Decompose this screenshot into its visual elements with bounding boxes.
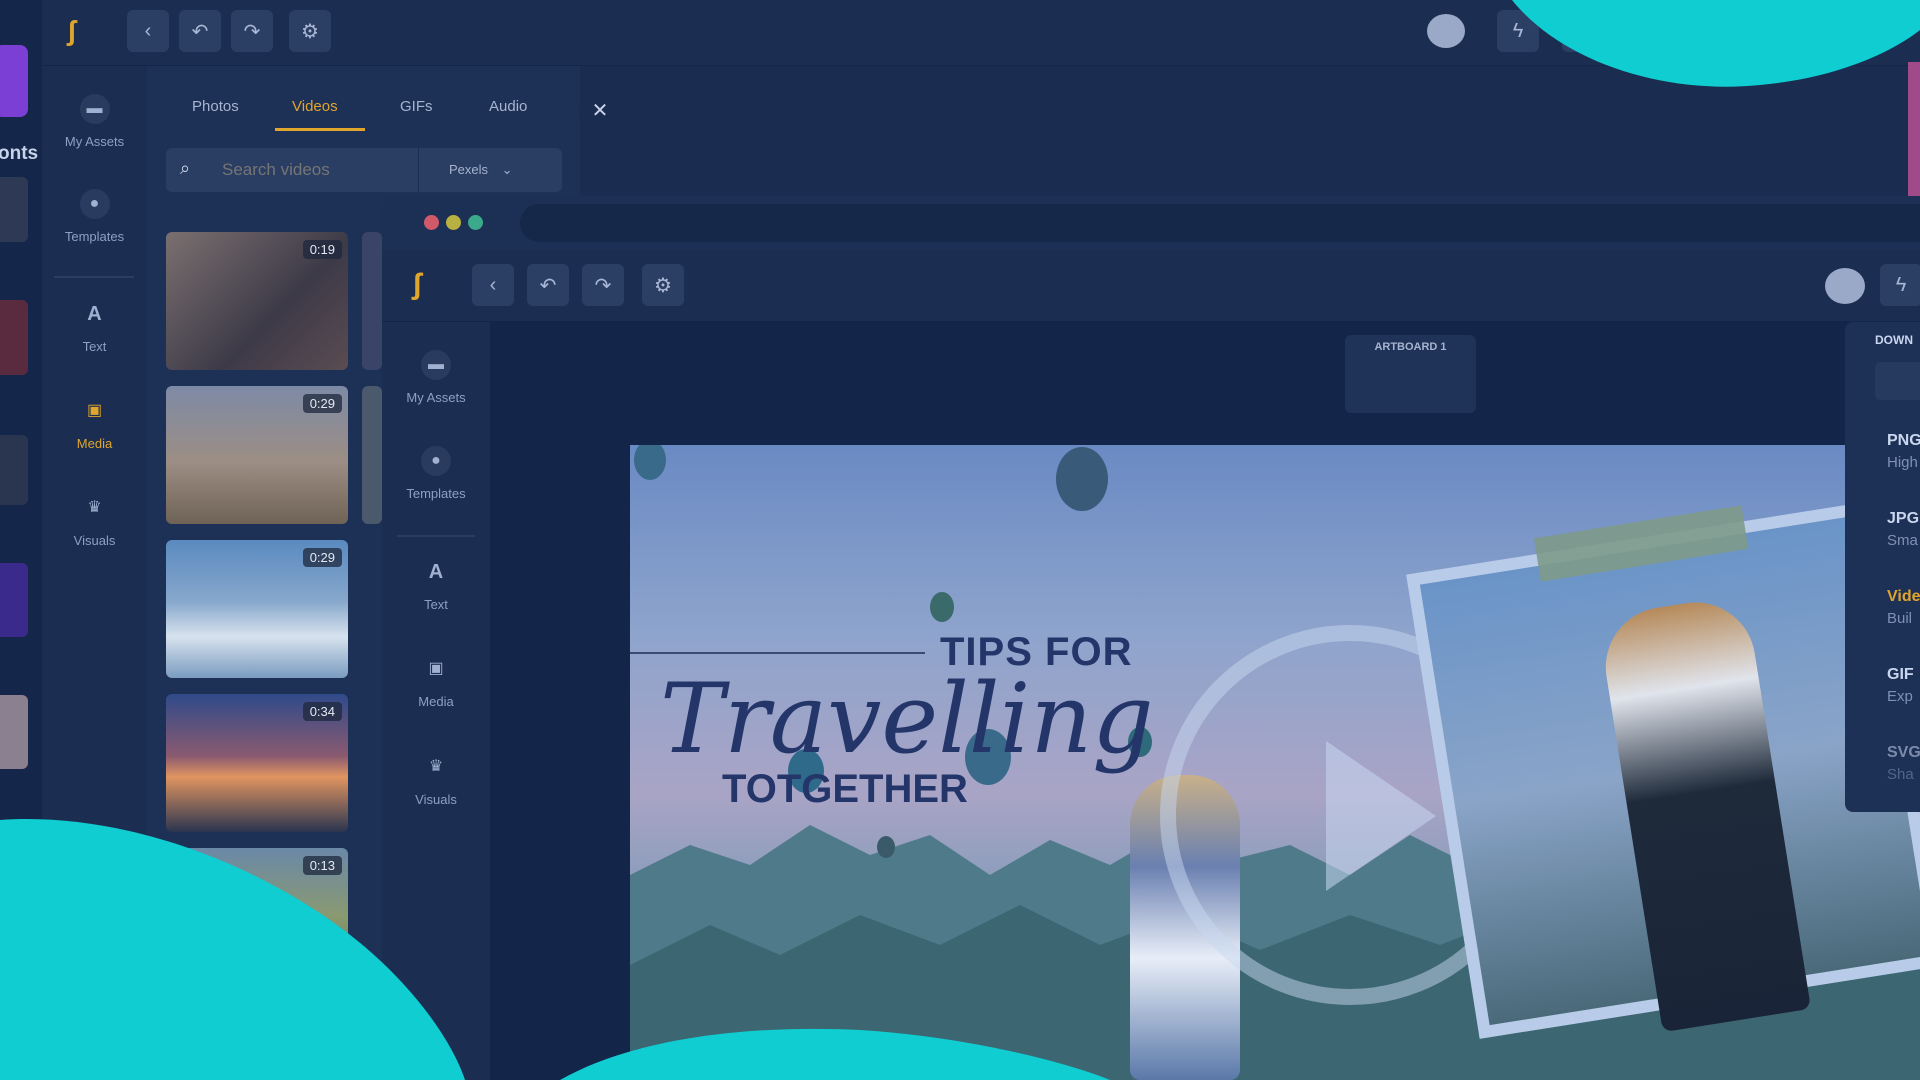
sidebar-item-media[interactable]: ▣ Media (42, 396, 147, 451)
back-button[interactable]: ‹ (472, 264, 514, 306)
video-thumb[interactable]: 0:19 (166, 232, 348, 370)
video-thumb[interactable]: 0:34 (166, 694, 348, 832)
drop-icon: ● (421, 446, 451, 476)
design-title-line3: TOTGETHER (722, 767, 968, 811)
undo-button[interactable]: ↶ (179, 10, 221, 52)
left-cut-panel: onts (0, 0, 42, 1080)
video-thumb[interactable]: 0:29 (166, 386, 348, 524)
tab-active-underline (275, 128, 365, 131)
sidebar-item-text[interactable]: A Text (382, 557, 490, 612)
tab-photos[interactable]: Photos (192, 98, 239, 115)
redo-button[interactable]: ↷ (582, 264, 624, 306)
design-artboard[interactable]: TIPS FOR Travelling TOTGETHER (630, 445, 1920, 1080)
search-icon: ⌕ (180, 158, 191, 178)
crown-icon: ♛ (87, 499, 102, 516)
video-thumb[interactable]: 0:29 (166, 540, 348, 678)
search-bar: ⌕ Pexels ⌄ (166, 148, 572, 192)
video-duration: 0:19 (302, 240, 342, 259)
sidebar-divider (397, 535, 475, 537)
close-panel-button[interactable]: ✕ (579, 90, 621, 132)
crown-icon: ♛ (428, 758, 444, 775)
comments-icon[interactable] (1427, 14, 1465, 48)
image-icon: ▣ (428, 660, 444, 677)
download-option-png[interactable]: PNG High (1887, 432, 1920, 471)
sidebar-item-media[interactable]: ▣ Media (382, 654, 490, 709)
video-thumb[interactable] (362, 232, 382, 370)
left-thumb-1[interactable] (0, 177, 28, 242)
artboard-tab[interactable]: ARTBOARD 1 (1345, 335, 1476, 413)
preview-button[interactable]: ◉ (1562, 10, 1604, 52)
video-duration: 0:29 (302, 394, 342, 413)
front-sidebar: ▬ My Assets ● Templates A Text ▣ Media ♛… (382, 322, 490, 1080)
left-thumb-4[interactable] (0, 563, 28, 637)
back-topbar: ʃ ‹ ↶ ↷ ⚙ ϟ ◉ (42, 0, 1920, 66)
folder-icon: ▬ (79, 94, 110, 124)
close-dot[interactable] (424, 215, 439, 230)
image-icon: ▣ (86, 402, 103, 419)
source-select[interactable]: Pexels ⌄ (418, 148, 562, 192)
photographer-figure (1597, 593, 1812, 1033)
left-cut-label: onts (0, 143, 39, 164)
tab-gifs[interactable]: GIFs (400, 98, 433, 115)
lightning-button[interactable]: ϟ (1880, 264, 1920, 306)
text-icon: A (428, 561, 444, 583)
chevron-down-icon: ⌄ (501, 162, 513, 177)
download-format-select[interactable] (1875, 362, 1920, 400)
comments-icon[interactable] (1825, 268, 1865, 304)
download-option-video[interactable]: Vide Buil (1887, 588, 1920, 627)
logo-icon: ʃ (412, 268, 422, 301)
sidebar-item-templates[interactable]: ● Templates (382, 446, 490, 501)
back-button[interactable]: ‹ (127, 10, 169, 52)
purple-app-tile[interactable] (0, 45, 28, 117)
maximize-dot[interactable] (468, 215, 483, 230)
settings-button[interactable]: ⚙ (642, 264, 684, 306)
tab-audio[interactable]: Audio (489, 98, 527, 115)
download-title: DOWN (1875, 333, 1913, 347)
download-option-gif[interactable]: GIF Exp (1887, 666, 1920, 705)
sidebar-item-my-assets[interactable]: ▬ My Assets (382, 350, 490, 405)
video-duration: 0:13 (302, 856, 342, 875)
video-duration: 0:29 (302, 548, 342, 567)
tab-videos[interactable]: Videos (292, 98, 338, 115)
sidebar-divider (54, 276, 134, 278)
video-duration: 0:34 (302, 702, 342, 721)
folder-icon: ▬ (421, 350, 451, 380)
settings-button[interactable]: ⚙ (289, 10, 331, 52)
download-option-jpg[interactable]: JPG Sma (1887, 510, 1920, 549)
pink-edge (1908, 62, 1920, 196)
logo-icon: ʃ (67, 15, 77, 46)
back-sidebar: ▬ My Assets ● Templates A Text ▣ Media ♛… (42, 66, 147, 1080)
front-topbar: ʃ ‹ ↶ ↷ ⚙ ϟ (382, 250, 1920, 322)
sidebar-item-templates[interactable]: ● Templates (42, 189, 147, 244)
sidebar-item-visuals[interactable]: ♛ Visuals (42, 493, 147, 548)
design-rule-line (630, 652, 925, 654)
sidebar-item-text[interactable]: A Text (42, 299, 147, 354)
front-window-titlebar (382, 196, 1920, 250)
photo-frame (1406, 501, 1920, 1039)
download-panel: DOWN PNG High JPG Sma Vide Buil GIF Exp … (1845, 322, 1920, 812)
left-thumb-2[interactable] (0, 300, 28, 375)
undo-button[interactable]: ↶ (527, 264, 569, 306)
video-thumb[interactable] (362, 386, 382, 524)
text-icon: A (87, 303, 102, 325)
address-bar[interactable] (520, 204, 1920, 242)
video-thumb[interactable]: 0:13 (166, 848, 348, 986)
drop-icon: ● (79, 189, 110, 219)
lightning-button[interactable]: ϟ (1497, 10, 1539, 52)
minimize-dot[interactable] (446, 215, 461, 230)
left-thumb-5[interactable] (0, 695, 28, 769)
left-thumb-3[interactable] (0, 435, 28, 505)
sidebar-item-visuals[interactable]: ♛ Visuals (382, 752, 490, 807)
download-option-svg[interactable]: SVG Sha (1887, 744, 1920, 783)
design-title-script: Travelling (660, 663, 1154, 775)
redo-button[interactable]: ↷ (231, 10, 273, 52)
sidebar-item-my-assets[interactable]: ▬ My Assets (42, 94, 147, 149)
play-icon (1326, 741, 1436, 891)
